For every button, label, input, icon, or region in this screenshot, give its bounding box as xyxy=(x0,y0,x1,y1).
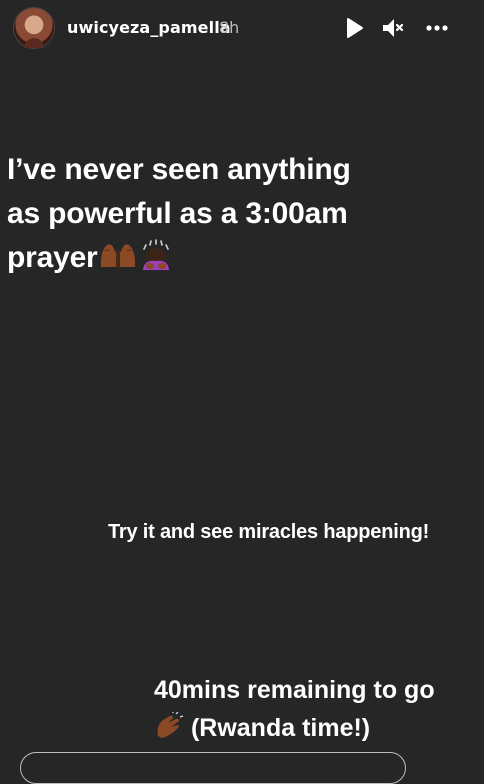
remaining-line-1: 40mins remaining to go xyxy=(154,676,435,704)
profile-avatar[interactable] xyxy=(14,8,54,48)
clapping-hands-emoji xyxy=(154,711,184,751)
story-viewer[interactable]: uwicyeza_pamella 8h I’ve never seen anyt… xyxy=(0,0,484,784)
headline-line-1: I’ve never seen anything xyxy=(7,153,351,186)
mute-icon[interactable] xyxy=(381,16,405,40)
story-subtext: Try it and see miracles happening! xyxy=(108,521,430,543)
headline-line-2: as powerful as a 3:00am xyxy=(7,197,348,230)
reply-input-edge[interactable] xyxy=(20,752,406,784)
story-headline: I’ve never seen anything as powerful as … xyxy=(7,148,467,284)
remaining-line-2-text: (Rwanda time!) xyxy=(190,714,371,742)
headline-line-3: prayer xyxy=(7,236,467,284)
person-bowing-emoji xyxy=(138,239,174,284)
story-header: uwicyeza_pamella 8h xyxy=(0,0,484,58)
play-icon[interactable] xyxy=(342,16,366,40)
headline-line-3-text: prayer xyxy=(7,241,98,274)
remaining-line-2: (Rwanda time!) xyxy=(154,709,479,751)
more-options-icon[interactable] xyxy=(425,16,449,40)
username-link[interactable]: uwicyeza_pamella xyxy=(67,18,231,37)
remaining-time-text: 40mins remaining to go (Rwanda time!) xyxy=(154,671,479,751)
post-time: 8h xyxy=(219,18,240,37)
folded-hands-emoji xyxy=(98,240,138,284)
